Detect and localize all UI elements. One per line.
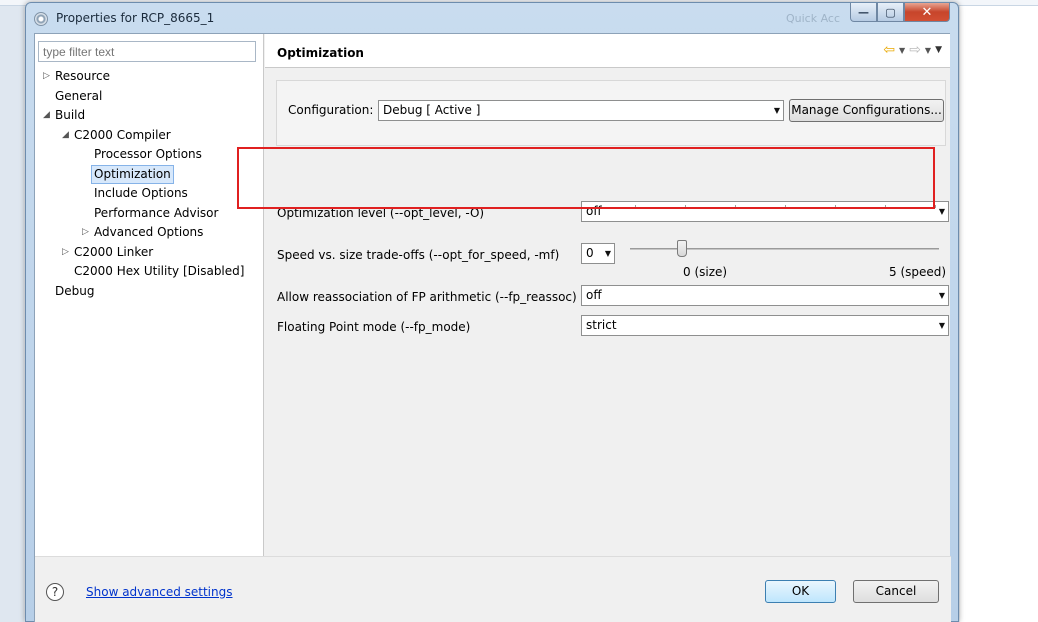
background-window-left [0, 6, 24, 622]
window-title: Properties for RCP_8665_1 [56, 11, 215, 25]
tree-item-performance-advisor[interactable]: Performance Advisor [35, 204, 263, 224]
configuration-select[interactable]: Debug [ Active ] ▼ [378, 100, 784, 121]
fp-mode-label: Floating Point mode (--fp_mode) [277, 320, 471, 334]
tree-item-label: Resource [55, 69, 111, 83]
maximize-button[interactable]: ▢ [877, 3, 904, 22]
speed-size-label: Speed vs. size trade-offs (--opt_for_spe… [277, 248, 560, 262]
back-history-dropdown-icon[interactable]: ▼ [899, 46, 905, 55]
app-gear-icon [34, 12, 48, 26]
chevron-down-icon: ▼ [938, 291, 945, 300]
expand-arrow-icon[interactable]: ▷ [82, 223, 89, 243]
properties-dialog: Properties for RCP_8665_1 Quick Acc — ▢ … [25, 2, 959, 622]
tree-item-label: Processor Options [94, 147, 202, 161]
tree-item-label-selected: Optimization [91, 164, 174, 184]
tree-item-build[interactable]: ◢ Build [35, 106, 263, 126]
tree-item-label: Debug [55, 283, 95, 298]
configuration-value: Debug [ Active ] [383, 103, 481, 117]
tree-item-debug[interactable]: Debug [35, 282, 263, 302]
fp-mode-select[interactable]: strict ▼ [581, 315, 949, 336]
tree-item-include-options[interactable]: Include Options [35, 184, 263, 204]
fp-reassoc-select[interactable]: off ▼ [581, 285, 949, 306]
view-menu-icon[interactable]: ▼ [935, 45, 942, 55]
slider-tick [935, 205, 936, 208]
collapse-arrow-icon[interactable]: ◢ [43, 106, 50, 126]
property-tree-pane: ▷ Resource General ◢ Build ◢ C2000 Compi… [35, 34, 264, 556]
help-icon[interactable]: ? [46, 583, 64, 601]
speed-size-value: 0 [586, 246, 594, 260]
window-controls: — ▢ ✕ [850, 3, 950, 22]
red-highlight-box [237, 147, 935, 209]
configuration-group: Configuration: Debug [ Active ] ▼ Manage… [276, 80, 946, 146]
tree-item-label: Build [55, 108, 86, 122]
cancel-button[interactable]: Cancel [853, 580, 939, 603]
collapse-arrow-icon[interactable]: ◢ [62, 126, 69, 146]
tree-item-c2000-compiler[interactable]: ◢ C2000 Compiler [35, 126, 263, 146]
manage-configurations-button[interactable]: Manage Configurations... [789, 99, 944, 122]
slider-thumb[interactable] [677, 240, 687, 257]
forward-arrow-icon[interactable]: ⇨ [909, 42, 921, 58]
tree-item-optimization[interactable]: Optimization [35, 164, 263, 185]
tree-item-label: Include Options [94, 186, 188, 200]
speed-size-select[interactable]: 0 ▼ [581, 243, 615, 264]
chevron-down-icon: ▼ [773, 106, 780, 115]
chevron-down-icon: ▼ [938, 207, 945, 216]
tree-item-general[interactable]: General [35, 87, 263, 107]
tree-item-advanced-options[interactable]: ▷ Advanced Options [35, 223, 263, 243]
dialog-footer: ? Show advanced settings OK Cancel [35, 556, 951, 622]
tree-item-processor-options[interactable]: Processor Options [35, 145, 263, 165]
minimize-button[interactable]: — [850, 3, 877, 22]
title-bar[interactable]: Properties for RCP_8665_1 Quick Acc — ▢ … [26, 3, 958, 33]
chevron-down-icon: ▼ [938, 321, 945, 330]
dialog-client-area: ▷ Resource General ◢ Build ◢ C2000 Compi… [34, 33, 951, 622]
close-button[interactable]: ✕ [904, 3, 950, 22]
tree-item-label: C2000 Linker [74, 244, 154, 259]
filter-input[interactable] [38, 41, 256, 62]
ok-button[interactable]: OK [765, 580, 836, 603]
tree-item-resource[interactable]: ▷ Resource [35, 67, 263, 87]
show-advanced-settings-link[interactable]: Show advanced settings [86, 585, 233, 599]
fp-mode-value: strict [586, 318, 617, 332]
fp-reassoc-label: Allow reassociation of FP arithmetic (--… [277, 290, 577, 304]
quick-access-ghost-text: Quick Acc [786, 12, 841, 25]
tree-item-label: Advanced Options [94, 225, 204, 239]
tree-item-label: C2000 Compiler [74, 127, 171, 142]
tree-item-label: General [55, 88, 103, 103]
tree-item-label: C2000 Hex Utility [Disabled] [74, 264, 245, 278]
chevron-down-icon: ▼ [604, 249, 611, 258]
expand-arrow-icon[interactable]: ▷ [43, 67, 50, 87]
page-title: Optimization [277, 46, 364, 60]
forward-history-dropdown-icon[interactable]: ▼ [925, 46, 931, 55]
slider-min-label: 0 (size) [683, 265, 728, 279]
tree-item-c2000-hex-utility[interactable]: C2000 Hex Utility [Disabled] [35, 262, 263, 282]
background-window-right [960, 6, 1038, 622]
page-header: Optimization ⇦ ▼ ⇨ ▼ ▼ [265, 34, 950, 68]
expand-arrow-icon[interactable]: ▷ [62, 243, 69, 263]
property-tree: ▷ Resource General ◢ Build ◢ C2000 Compi… [35, 67, 263, 301]
back-arrow-icon[interactable]: ⇦ [883, 42, 895, 58]
configuration-label: Configuration: [288, 103, 374, 117]
tree-item-label: Performance Advisor [94, 205, 219, 220]
slider-max-label: 5 (speed) [889, 265, 947, 279]
fp-reassoc-value: off [586, 288, 602, 302]
tree-item-c2000-linker[interactable]: ▷ C2000 Linker [35, 243, 263, 263]
page-navigation: ⇦ ▼ ⇨ ▼ ▼ [883, 42, 942, 58]
property-page: Optimization ⇦ ▼ ⇨ ▼ ▼ Configuration: De… [265, 34, 950, 556]
